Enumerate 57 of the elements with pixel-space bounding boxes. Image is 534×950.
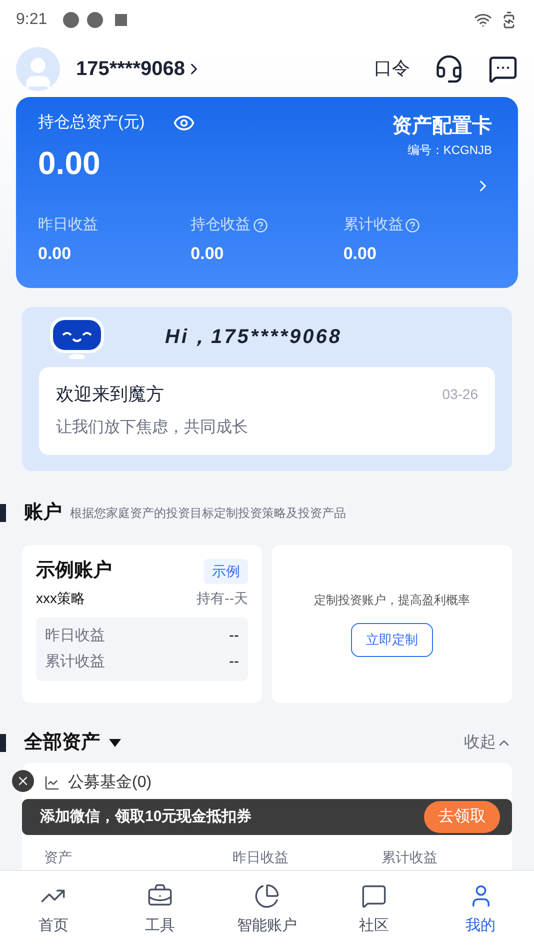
sample-tag: 示例	[204, 558, 248, 584]
promo-toast[interactable]: 添加微信，领取10元现金抵扣券 去领取	[22, 799, 512, 835]
account-name: 示例账户	[36, 558, 112, 583]
stat-value: 0.00	[343, 242, 378, 264]
keyboard-notification-icon	[115, 14, 128, 26]
stat-value: 0.00	[190, 242, 225, 264]
app-notification-icon	[87, 12, 104, 28]
earnings-label: 昨日收益	[45, 626, 105, 646]
chart-icon	[44, 775, 60, 791]
section-marker	[0, 504, 6, 522]
total-assets-value: 0.00	[38, 144, 102, 183]
message-title: 欢迎来到魔方	[56, 383, 164, 406]
all-assets-dropdown[interactable]: 全部资产	[24, 728, 122, 758]
greeting-text: Hi，175****9068	[165, 325, 342, 350]
earnings-value: --	[229, 626, 239, 646]
message-icon[interactable]	[488, 54, 518, 84]
robot-mascot-icon	[49, 315, 105, 359]
stat-label: 累计收益	[343, 215, 404, 235]
welcome-message[interactable]: 欢迎来到魔方 03-26 让我们放下焦虑，共同成长	[39, 367, 495, 455]
sample-account-card[interactable]: 示例账户 示例 xxx策略 持有--天 昨日收益 -- 累计收益 --	[22, 545, 262, 703]
stat-value: 0.00	[38, 242, 72, 264]
app-notification-icon	[63, 12, 80, 28]
section-subtitle: 根据您家庭资产的投资目标定制投资策略及投资产品	[70, 505, 346, 522]
total-assets-label: 持仓总资产(元)	[38, 112, 145, 133]
column-label: 昨日收益	[232, 848, 290, 867]
strategy-name: xxx策略	[36, 588, 85, 608]
custom-account-text: 定制投资账户，提高盈利概率	[314, 592, 470, 610]
stat-label: 持仓收益	[190, 215, 251, 235]
command-button[interactable]: 口令	[374, 55, 410, 82]
stat-label: 昨日收益	[38, 215, 98, 235]
support-icon[interactable]	[434, 54, 464, 84]
card-code: 编号：KCGNJB	[407, 142, 492, 159]
dropdown-triangle-icon	[108, 738, 122, 748]
config-card-title: 资产配置卡	[392, 114, 492, 139]
message-date: 03-26	[442, 385, 478, 404]
section-title: 账户	[24, 500, 62, 525]
help-icon[interactable]	[252, 218, 268, 233]
column-label: 资产	[44, 848, 73, 867]
help-icon[interactable]	[405, 218, 420, 233]
promo-text: 添加微信，领取10元现金抵扣券	[40, 806, 253, 827]
customize-button[interactable]: 立即定制	[351, 623, 433, 657]
earnings-value: --	[229, 652, 239, 672]
status-time: 9:21	[16, 10, 48, 30]
close-icon	[16, 774, 30, 788]
section-marker	[0, 734, 6, 752]
close-button[interactable]	[12, 770, 34, 792]
earnings-label: 累计收益	[45, 652, 105, 672]
column-label: 累计收益	[380, 848, 438, 867]
holding-days: 持有--天	[196, 588, 248, 608]
chat-icon	[360, 883, 387, 910]
phone-link[interactable]: 175****9068	[76, 54, 203, 84]
message-body: 让我们放下焦虑，共同成长	[56, 418, 249, 438]
asset-card[interactable]: 持仓总资产(元) 0.00 资产配置卡 编号：KCGNJB 昨日收益 0.00 持仓收益 0.00 累计收益 0.00	[16, 97, 518, 288]
collapse-button[interactable]: 收起	[464, 731, 512, 755]
fund-title: 公募基金(0)	[68, 772, 152, 793]
pie-chart-icon	[254, 883, 280, 910]
wifi-icon	[474, 11, 492, 29]
